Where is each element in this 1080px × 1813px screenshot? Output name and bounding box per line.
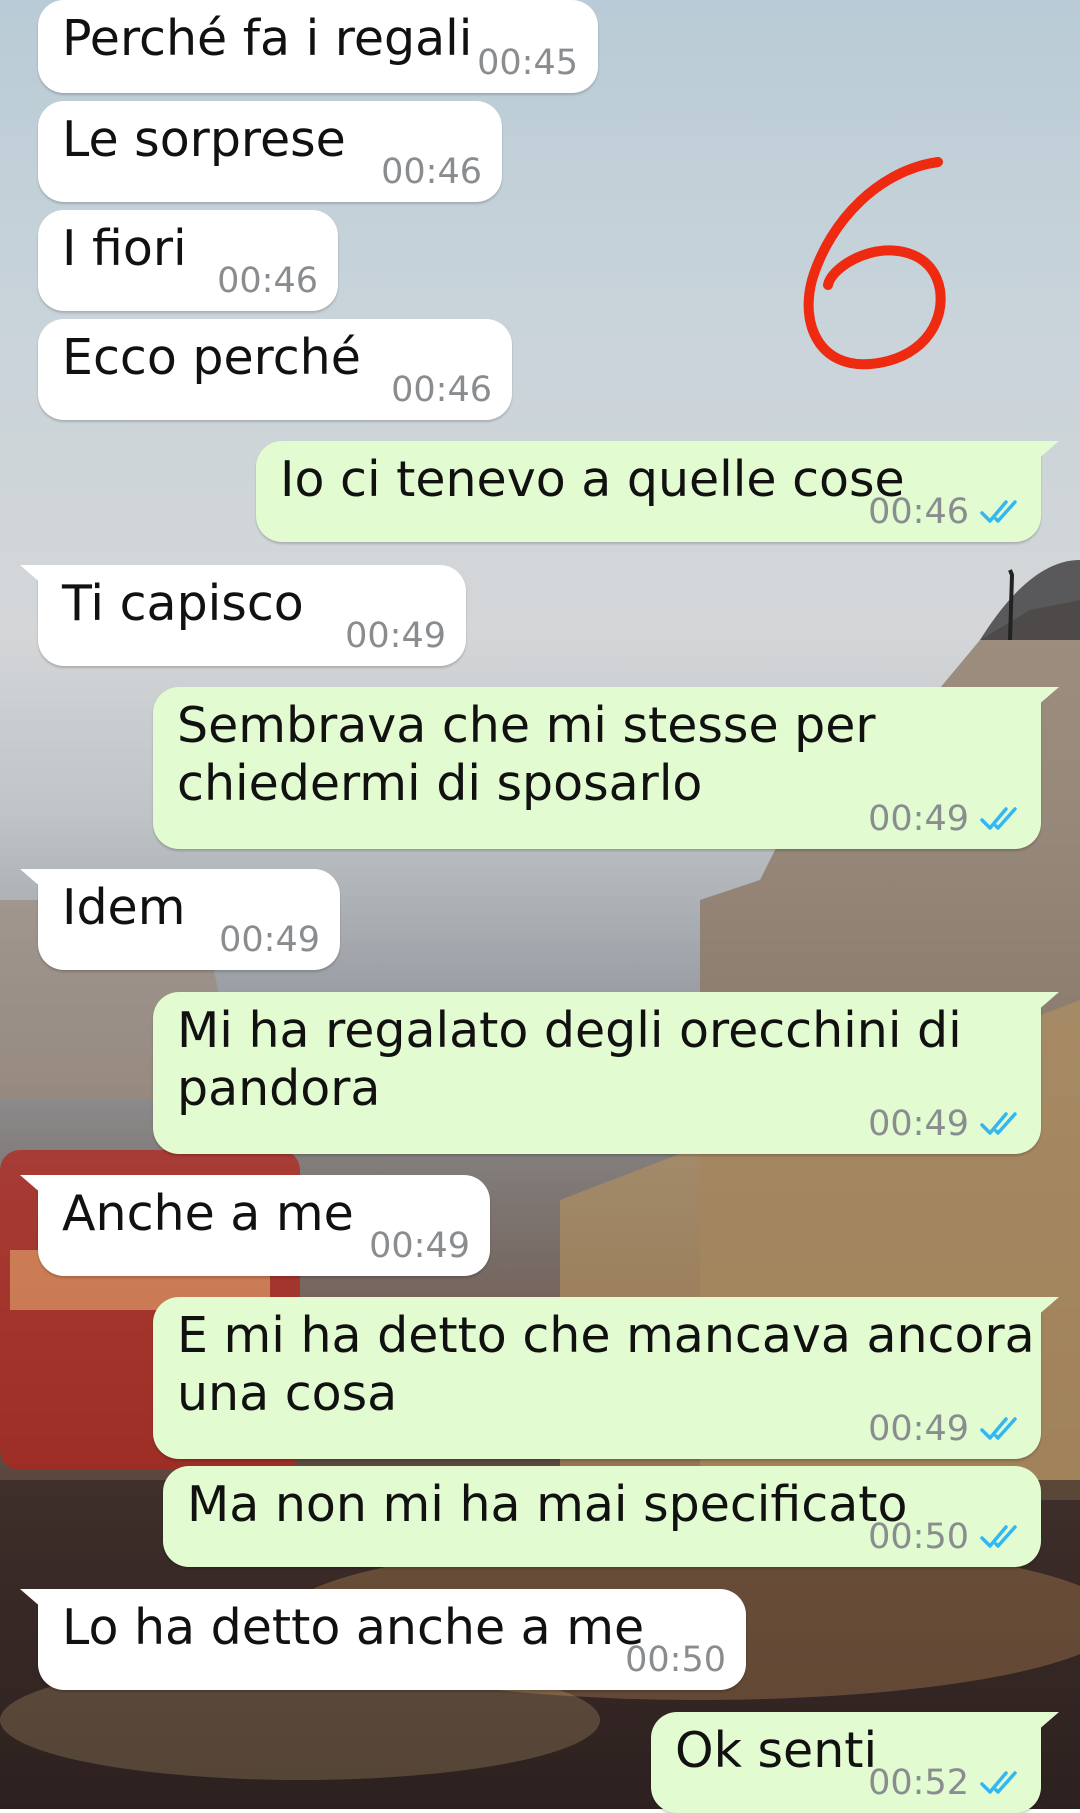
bubble-tail bbox=[1029, 992, 1059, 1018]
message-meta: 00:46 bbox=[868, 492, 1021, 532]
double-check-read-icon bbox=[980, 1525, 1017, 1548]
message-text: Perché fa i regali bbox=[62, 10, 473, 67]
message-timestamp: 00:49 bbox=[868, 1409, 969, 1449]
incoming-message-bubble[interactable]: Idem 00:49 bbox=[20, 869, 340, 970]
message-timestamp: 00:45 bbox=[477, 43, 578, 83]
message-timestamp: 00:52 bbox=[868, 1763, 969, 1803]
incoming-message-bubble[interactable]: Ti capisco 00:49 bbox=[20, 565, 466, 666]
message-meta: 00:49 bbox=[345, 616, 446, 656]
message-text: Anche a me bbox=[62, 1185, 354, 1242]
message-text: Lo ha detto anche a me bbox=[62, 1599, 645, 1656]
message-text: Le sorprese bbox=[62, 111, 346, 168]
message-meta: 00:46 bbox=[217, 261, 318, 301]
message-text: I fiori bbox=[62, 220, 187, 277]
outgoing-message-bubble[interactable]: E mi ha detto che mancava ancora una cos… bbox=[153, 1297, 1059, 1459]
message-meta: 00:46 bbox=[381, 152, 482, 192]
message-timestamp: 00:46 bbox=[868, 492, 969, 532]
bubble-tail bbox=[1029, 441, 1059, 467]
message-meta: 00:49 bbox=[369, 1226, 470, 1266]
message-timestamp: 00:50 bbox=[868, 1517, 969, 1557]
outgoing-message-bubble[interactable]: Ok senti 00:52 bbox=[651, 1712, 1059, 1813]
double-check-read-icon bbox=[980, 807, 1017, 830]
message-text: Ok senti bbox=[675, 1722, 878, 1779]
double-check-read-icon bbox=[980, 1771, 1017, 1794]
message-text: Io ci tenevo a quelle cose bbox=[280, 451, 905, 508]
message-list[interactable]: Perché fa i regali 00:45 Le sorprese 00:46 I… bbox=[0, 0, 1080, 1813]
incoming-message-bubble[interactable]: Ecco perché 00:46 bbox=[38, 319, 512, 420]
incoming-message-bubble[interactable]: Lo ha detto anche a me 00:50 bbox=[20, 1589, 746, 1690]
message-meta: 00:50 bbox=[625, 1640, 726, 1680]
message-text: Ma non mi ha mai specificato bbox=[187, 1476, 908, 1533]
bubble-tail bbox=[20, 1589, 50, 1615]
message-text: Mi ha regalato degli orecchini di pandor… bbox=[177, 1002, 962, 1117]
message-text: Idem bbox=[62, 879, 186, 936]
incoming-message-bubble[interactable]: I fiori 00:46 bbox=[38, 210, 338, 311]
bubble-tail bbox=[1029, 687, 1059, 713]
message-timestamp: 00:49 bbox=[345, 616, 446, 656]
double-check-read-icon bbox=[980, 1417, 1017, 1440]
message-meta: 00:50 bbox=[868, 1517, 1021, 1557]
message-meta: 00:45 bbox=[477, 43, 578, 83]
message-timestamp: 00:49 bbox=[868, 799, 969, 839]
double-check-read-icon bbox=[980, 1112, 1017, 1135]
message-meta: 00:49 bbox=[868, 799, 1021, 839]
outgoing-message-bubble[interactable]: Mi ha regalato degli orecchini di pandor… bbox=[153, 992, 1059, 1154]
bubble-tail bbox=[1029, 1712, 1059, 1738]
message-text: E mi ha detto che mancava ancora una cos… bbox=[177, 1307, 1035, 1422]
message-timestamp: 00:49 bbox=[219, 920, 320, 960]
outgoing-message-bubble[interactable]: Io ci tenevo a quelle cose 00:46 bbox=[256, 441, 1059, 542]
message-meta: 00:49 bbox=[868, 1409, 1021, 1449]
outgoing-message-bubble[interactable]: Sembrava che mi stesse per chiedermi di … bbox=[153, 687, 1059, 849]
message-timestamp: 00:46 bbox=[391, 370, 492, 410]
outgoing-message-bubble[interactable]: Ma non mi ha mai specificato 00:50 bbox=[163, 1466, 1041, 1567]
message-timestamp: 00:49 bbox=[868, 1104, 969, 1144]
message-timestamp: 00:46 bbox=[217, 261, 318, 301]
incoming-message-bubble[interactable]: Le sorprese 00:46 bbox=[38, 101, 502, 202]
bubble-tail bbox=[20, 869, 50, 895]
message-meta: 00:46 bbox=[391, 370, 492, 410]
bubble-tail bbox=[20, 1175, 50, 1201]
message-meta: 00:52 bbox=[868, 1763, 1021, 1803]
bubble-tail bbox=[20, 565, 50, 591]
message-timestamp: 00:49 bbox=[369, 1226, 470, 1266]
incoming-message-bubble[interactable]: Perché fa i regali 00:45 bbox=[38, 0, 598, 93]
message-text: Ecco perché bbox=[62, 329, 361, 386]
message-text: Sembrava che mi stesse per chiedermi di … bbox=[177, 697, 876, 812]
double-check-read-icon bbox=[980, 500, 1017, 523]
message-meta: 00:49 bbox=[219, 920, 320, 960]
message-timestamp: 00:50 bbox=[625, 1640, 726, 1680]
message-timestamp: 00:46 bbox=[381, 152, 482, 192]
message-text: Ti capisco bbox=[62, 575, 304, 632]
message-meta: 00:49 bbox=[868, 1104, 1021, 1144]
incoming-message-bubble[interactable]: Anche a me 00:49 bbox=[20, 1175, 490, 1276]
